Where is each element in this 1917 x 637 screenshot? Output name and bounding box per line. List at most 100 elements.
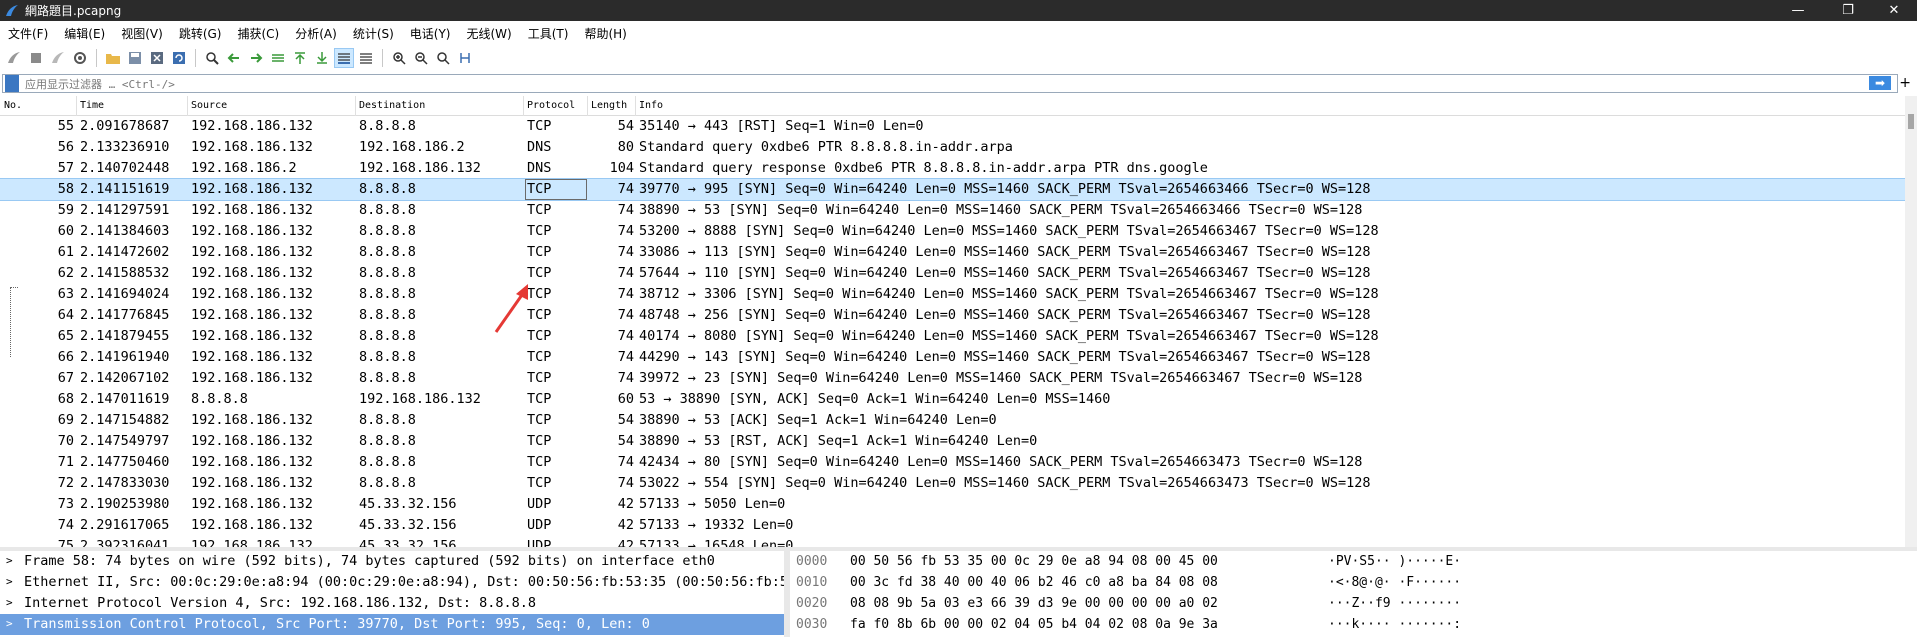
menu-edit[interactable]: 编辑(E) xyxy=(56,25,113,42)
packet-row[interactable]: 66 2.141961940 192.168.186.132 8.8.8.8 TCP 74… xyxy=(0,347,1905,368)
detail-tree-item[interactable]: > Ethernet II, Src: 00:0c:29:0e:a8:94 (00… xyxy=(0,572,784,593)
focused-cell-outline xyxy=(525,179,587,200)
menu-tools[interactable]: 工具(T) xyxy=(520,25,577,42)
column-length[interactable]: Length xyxy=(591,100,627,111)
maximize-button[interactable]: ❐ xyxy=(1825,0,1871,21)
zoom-in-button[interactable] xyxy=(389,48,409,68)
packet-list[interactable]: No. Time Source Destination Protocol Len… xyxy=(0,96,1917,547)
column-divider[interactable] xyxy=(523,96,524,116)
detail-tree-item[interactable]: > Transmission Control Protocol, Src Port… xyxy=(0,614,784,635)
hex-bytes[interactable]: fa f0 8b 6b 00 00 02 04 05 b4 04 02 08 0… xyxy=(850,617,1218,632)
capture-options-button[interactable] xyxy=(70,48,90,68)
packet-row[interactable]: 60 2.141384603 192.168.186.132 8.8.8.8 TCP 74… xyxy=(0,221,1905,242)
go-back-button[interactable] xyxy=(224,48,244,68)
ascii-bytes[interactable]: ···Z··f9 ········ xyxy=(1328,596,1461,611)
go-last-packet-button[interactable] xyxy=(312,48,332,68)
column-divider[interactable] xyxy=(355,96,356,116)
start-capture-button[interactable] xyxy=(4,48,24,68)
apply-filter-button[interactable]: ➡ xyxy=(1869,76,1891,90)
menu-wireless[interactable]: 无线(W) xyxy=(459,25,520,42)
go-forward-button[interactable] xyxy=(246,48,266,68)
packet-row[interactable]: 63 2.141694024 192.168.186.132 8.8.8.8 TCP 74… xyxy=(0,284,1905,305)
packet-row[interactable]: 68 2.147011619 8.8.8.8 192.168.186.132 TCP 60… xyxy=(0,389,1905,410)
packet-row[interactable]: 59 2.141297591 192.168.186.132 8.8.8.8 TCP 74… xyxy=(0,200,1905,221)
packet-row[interactable]: 72 2.147833030 192.168.186.132 8.8.8.8 TCP 74… xyxy=(0,473,1905,494)
find-packet-button[interactable] xyxy=(202,48,222,68)
go-to-packet-button[interactable] xyxy=(268,48,288,68)
stop-capture-button[interactable] xyxy=(26,48,46,68)
packet-list-scrollbar[interactable] xyxy=(1905,96,1917,547)
column-source[interactable]: Source xyxy=(191,100,227,111)
column-info[interactable]: Info xyxy=(639,100,663,111)
ascii-bytes[interactable]: ·PV·S5·· )·····E· xyxy=(1328,554,1461,569)
column-no[interactable]: No. xyxy=(4,100,22,111)
hex-bytes[interactable]: 00 50 56 fb 53 35 00 0c 29 0e a8 94 08 0… xyxy=(850,554,1218,569)
column-protocol[interactable]: Protocol xyxy=(527,100,575,111)
menu-telephony[interactable]: 电话(Y) xyxy=(402,25,459,42)
packet-time: 2.141297591 xyxy=(80,202,170,218)
packet-row[interactable]: 56 2.133236910 192.168.186.132 192.168.186.… xyxy=(0,137,1905,158)
menu-help[interactable]: 帮助(H) xyxy=(576,25,634,42)
menu-view[interactable]: 视图(V) xyxy=(113,25,171,42)
go-first-packet-button[interactable] xyxy=(290,48,310,68)
hex-bytes[interactable]: 08 08 9b 5a 03 e3 66 39 d3 9e 00 00 00 0… xyxy=(850,596,1218,611)
packet-row[interactable]: 75 2.392316041 192.168.186.132 45.33.32.156… xyxy=(0,536,1905,547)
close-file-button[interactable] xyxy=(147,48,167,68)
packet-length: 42 xyxy=(617,517,634,533)
display-filter-input[interactable]: 应用显示过滤器 … <Ctrl-/> ➡ xyxy=(2,74,1898,93)
restart-capture-button[interactable] xyxy=(48,48,68,68)
colorize-button[interactable] xyxy=(356,48,376,68)
column-divider[interactable] xyxy=(187,96,188,116)
packet-row[interactable]: 55 2.091678687 192.168.186.132 8.8.8.8 TCP 54… xyxy=(0,116,1905,137)
packet-protocol: UDP xyxy=(527,496,552,512)
packet-row[interactable]: 57 2.140702448 192.168.186.2 192.168.186.13… xyxy=(0,158,1905,179)
autoscroll-button[interactable] xyxy=(334,48,354,68)
menu-capture[interactable]: 捕获(C) xyxy=(229,25,287,42)
menu-go[interactable]: 跳转(G) xyxy=(171,25,230,42)
packet-row[interactable]: 64 2.141776845 192.168.186.132 8.8.8.8 TCP 74… xyxy=(0,305,1905,326)
hex-bytes[interactable]: 00 3c fd 38 40 00 40 06 b2 46 c0 a8 ba 8… xyxy=(850,575,1218,590)
resize-columns-button[interactable] xyxy=(455,48,475,68)
reload-file-button[interactable] xyxy=(169,48,189,68)
open-file-button[interactable] xyxy=(103,48,123,68)
menu-statistics[interactable]: 统计(S) xyxy=(345,25,402,42)
chevron-right-icon[interactable]: > xyxy=(6,617,13,630)
packet-row[interactable]: 58 2.141151619 192.168.186.132 8.8.8.8 TCP 74… xyxy=(0,178,1906,201)
column-divider[interactable] xyxy=(587,96,588,116)
add-filter-button[interactable]: + xyxy=(1899,75,1911,91)
zoom-normal-icon xyxy=(437,52,450,65)
packet-row[interactable]: 67 2.142067102 192.168.186.132 8.8.8.8 TCP 74… xyxy=(0,368,1905,389)
scrollbar-thumb[interactable] xyxy=(1908,114,1914,129)
menu-analyze[interactable]: 分析(A) xyxy=(287,25,345,42)
close-button[interactable]: ✕ xyxy=(1871,0,1917,21)
column-divider[interactable] xyxy=(76,96,77,116)
bookmark-icon[interactable] xyxy=(5,75,19,92)
packet-row[interactable]: 70 2.147549797 192.168.186.132 8.8.8.8 TCP 54… xyxy=(0,431,1905,452)
column-destination[interactable]: Destination xyxy=(359,100,425,111)
packet-details-pane[interactable]: > Frame 58: 74 bytes on wire (592 bits), … xyxy=(0,551,784,637)
packet-bytes-pane[interactable]: 0000 00 50 56 fb 53 35 00 0c 29 0e a8 94 … xyxy=(790,551,1917,637)
save-file-button[interactable] xyxy=(125,48,145,68)
detail-tree-item[interactable]: > Internet Protocol Version 4, Src: 192.1… xyxy=(0,593,784,614)
menu-file[interactable]: 文件(F) xyxy=(0,25,56,42)
ascii-bytes[interactable]: ·<·8@·@· ·F······ xyxy=(1328,575,1461,590)
minimize-button[interactable]: — xyxy=(1775,0,1821,21)
chevron-right-icon[interactable]: > xyxy=(6,554,13,567)
packet-row[interactable]: 73 2.190253980 192.168.186.132 45.33.32.156… xyxy=(0,494,1905,515)
packet-row[interactable]: 65 2.141879455 192.168.186.132 8.8.8.8 TCP 74… xyxy=(0,326,1905,347)
zoom-out-button[interactable] xyxy=(411,48,431,68)
chevron-right-icon[interactable]: > xyxy=(6,575,13,588)
packet-row[interactable]: 62 2.141588532 192.168.186.132 8.8.8.8 TCP 74… xyxy=(0,263,1905,284)
packet-no: 63 xyxy=(57,286,74,302)
zoom-reset-button[interactable] xyxy=(433,48,453,68)
detail-tree-item[interactable]: > Frame 58: 74 bytes on wire (592 bits), … xyxy=(0,551,784,572)
chevron-right-icon[interactable]: > xyxy=(6,596,13,609)
packet-row[interactable]: 61 2.141472602 192.168.186.132 8.8.8.8 TCP 74… xyxy=(0,242,1905,263)
packet-row[interactable]: 69 2.147154882 192.168.186.132 8.8.8.8 TCP 54… xyxy=(0,410,1905,431)
column-time[interactable]: Time xyxy=(80,100,104,111)
packet-row[interactable]: 74 2.291617065 192.168.186.132 45.33.32.156… xyxy=(0,515,1905,536)
column-divider[interactable] xyxy=(635,96,636,116)
packet-row[interactable]: 71 2.147750460 192.168.186.132 8.8.8.8 TCP 74… xyxy=(0,452,1905,473)
ascii-bytes[interactable]: ···k···· ·······: xyxy=(1328,617,1461,632)
packet-destination: 8.8.8.8 xyxy=(359,118,416,134)
